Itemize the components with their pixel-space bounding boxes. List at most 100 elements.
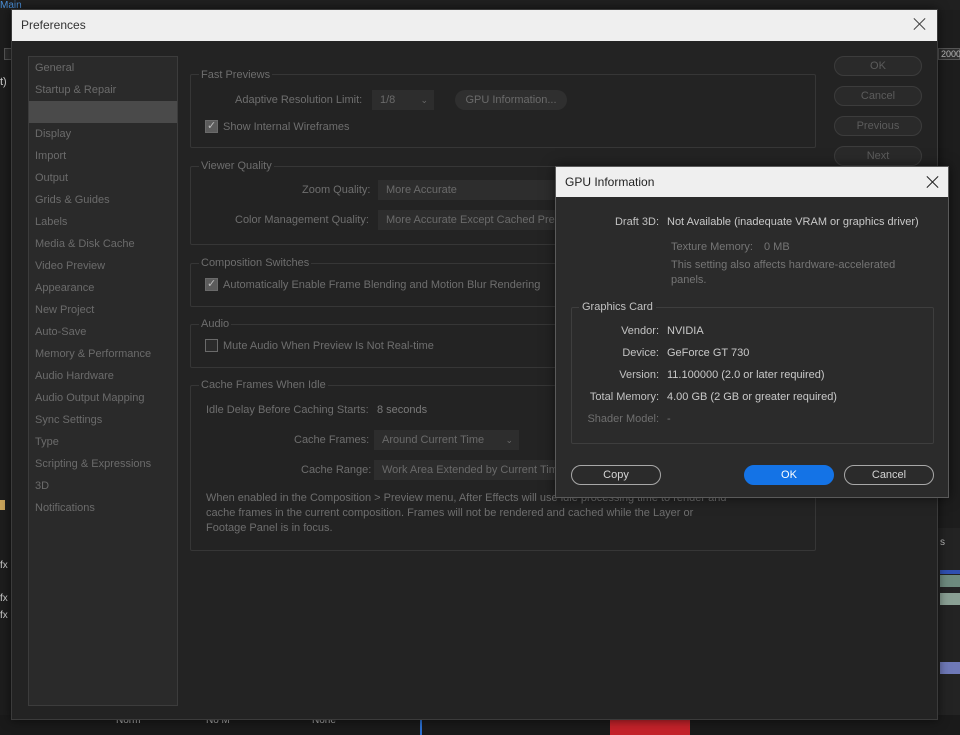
gpu-information-dialog: GPU Information Draft 3D: Not Available …	[555, 166, 949, 498]
background-fx-icon[interactable]: fx	[0, 593, 8, 604]
auto-enable-blending-checkbox[interactable]	[205, 277, 218, 291]
cache-range-label: Cache Range:	[301, 464, 372, 476]
background-timeline-panel	[938, 528, 960, 735]
vendor-value: NVIDIA	[667, 325, 704, 337]
sidebar-item-selected[interactable]	[29, 101, 177, 123]
adaptive-resolution-dropdown[interactable]: 1/8 ⌄	[372, 90, 434, 110]
preferences-sidebar: General Startup & Repair Display Import …	[28, 56, 178, 706]
sidebar-item-media-disk-cache[interactable]: Media & Disk Cache	[29, 233, 177, 255]
device-value: GeForce GT 730	[667, 347, 750, 359]
background-work-area	[610, 719, 690, 735]
gpu-dialog-title: GPU Information	[565, 175, 655, 189]
texture-memory-value: 0 MB	[764, 241, 790, 253]
sidebar-item-audio-hardware[interactable]: Audio Hardware	[29, 365, 177, 387]
cache-frames-title: Cache Frames When Idle	[199, 379, 328, 391]
idle-delay-value[interactable]: 8 seconds	[377, 404, 427, 416]
color-management-label: Color Management Quality:	[235, 214, 369, 226]
sidebar-item-output[interactable]: Output	[29, 167, 177, 189]
total-memory-label: Total Memory:	[589, 391, 659, 403]
cache-description-line: cache frames in the current composition.…	[206, 507, 694, 519]
background-track-bar	[940, 570, 960, 574]
background-track-bar	[940, 575, 960, 587]
fast-previews-group	[190, 74, 816, 148]
background-playhead[interactable]	[420, 718, 422, 735]
cache-range-dropdown[interactable]: Work Area Extended by Current Tim	[374, 460, 568, 480]
zoom-quality-dropdown[interactable]: More Accurate	[378, 180, 568, 200]
next-button[interactable]: Next	[834, 146, 922, 166]
sidebar-item-audio-output-mapping[interactable]: Audio Output Mapping	[29, 387, 177, 409]
sidebar-item-labels[interactable]: Labels	[29, 211, 177, 233]
idle-delay-label: Idle Delay Before Caching Starts:	[206, 404, 369, 416]
color-management-value: More Accurate Except Cached Previ	[386, 214, 563, 226]
sidebar-item-video-preview[interactable]: Video Preview	[29, 255, 177, 277]
cancel-button[interactable]: Cancel	[844, 465, 934, 485]
graphics-card-title: Graphics Card	[579, 301, 656, 313]
audio-title: Audio	[199, 318, 232, 330]
auto-enable-blending-label: Automatically Enable Frame Blending and …	[223, 279, 541, 291]
cache-frames-label: Cache Frames:	[294, 434, 370, 446]
background-track-bar	[940, 662, 960, 674]
cache-frames-value: Around Current Time	[382, 434, 485, 446]
mute-audio-checkbox[interactable]	[205, 339, 218, 352]
vendor-label: Vendor:	[621, 325, 659, 337]
ok-button[interactable]: OK	[834, 56, 922, 76]
sidebar-item-appearance[interactable]: Appearance	[29, 277, 177, 299]
version-value: 11.100000 (2.0 or later required)	[667, 369, 825, 381]
background-fx-icon[interactable]: fx	[0, 560, 8, 571]
show-wireframes-label: Show Internal Wireframes	[223, 121, 350, 133]
draft3d-value: Not Available (inadequate VRAM or graphi…	[667, 216, 919, 228]
version-label: Version:	[619, 369, 659, 381]
background-left-glyph: t)	[0, 76, 7, 88]
draft3d-label: Draft 3D:	[614, 216, 659, 228]
window-title: Preferences	[21, 18, 86, 32]
gpu-information-button[interactable]: GPU Information...	[455, 90, 567, 110]
cache-frames-dropdown[interactable]: Around Current Time ⌄	[374, 430, 519, 450]
adaptive-resolution-value: 1/8	[380, 94, 396, 106]
background-ruler-right: 2000	[938, 48, 960, 60]
sidebar-item-type[interactable]: Type	[29, 431, 177, 453]
shader-model-label: Shader Model:	[587, 413, 659, 425]
sidebar-item-notifications[interactable]: Notifications	[29, 497, 177, 519]
composition-switches-title: Composition Switches	[199, 257, 312, 269]
background-color-chip	[0, 500, 5, 510]
sidebar-item-memory-performance[interactable]: Memory & Performance	[29, 343, 177, 365]
copy-button[interactable]: Copy	[571, 465, 661, 485]
sidebar-item-general[interactable]: General	[29, 57, 177, 79]
zoom-quality-label: Zoom Quality:	[302, 184, 371, 196]
mute-audio-label: Mute Audio When Preview Is Not Real-time	[223, 340, 434, 352]
texture-note-line: This setting also affects hardware-accel…	[671, 259, 896, 271]
texture-note-line: panels.	[671, 274, 707, 286]
sidebar-item-grids-guides[interactable]: Grids & Guides	[29, 189, 177, 211]
background-track-bar	[940, 593, 960, 605]
background-fx-icon[interactable]: fx	[0, 610, 8, 621]
chevron-down-icon: ⌄	[505, 435, 513, 445]
close-icon[interactable]	[911, 15, 929, 33]
preferences-titlebar: Preferences	[12, 10, 937, 41]
sidebar-item-display[interactable]: Display	[29, 123, 177, 145]
color-management-dropdown[interactable]: More Accurate Except Cached Previ	[378, 210, 568, 230]
fast-previews-title: Fast Previews	[199, 69, 273, 81]
total-memory-value: 4.00 GB (2 GB or greater required)	[667, 391, 837, 403]
sidebar-item-scripting-expressions[interactable]: Scripting & Expressions	[29, 453, 177, 475]
close-icon[interactable]	[924, 173, 942, 191]
device-label: Device:	[622, 347, 659, 359]
ok-button[interactable]: OK	[744, 465, 834, 485]
cancel-button[interactable]: Cancel	[834, 86, 922, 106]
previous-button[interactable]: Previous	[834, 116, 922, 136]
shader-model-value: -	[667, 413, 671, 425]
sidebar-item-sync-settings[interactable]: Sync Settings	[29, 409, 177, 431]
viewer-quality-title: Viewer Quality	[199, 160, 274, 172]
sidebar-item-startup-repair[interactable]: Startup & Repair	[29, 79, 177, 101]
zoom-quality-value: More Accurate	[386, 184, 457, 196]
chevron-down-icon: ⌄	[420, 95, 428, 105]
sidebar-item-3d[interactable]: 3D	[29, 475, 177, 497]
show-wireframes-checkbox[interactable]	[205, 119, 218, 133]
sidebar-item-auto-save[interactable]: Auto-Save	[29, 321, 177, 343]
adaptive-resolution-label: Adaptive Resolution Limit:	[235, 94, 363, 106]
gpu-dialog-titlebar: GPU Information	[556, 167, 948, 197]
sidebar-item-new-project[interactable]: New Project	[29, 299, 177, 321]
cache-range-value: Work Area Extended by Current Tim	[382, 464, 558, 476]
background-header-letter: s	[940, 537, 945, 548]
sidebar-item-import[interactable]: Import	[29, 145, 177, 167]
texture-memory-label: Texture Memory:	[671, 241, 753, 253]
